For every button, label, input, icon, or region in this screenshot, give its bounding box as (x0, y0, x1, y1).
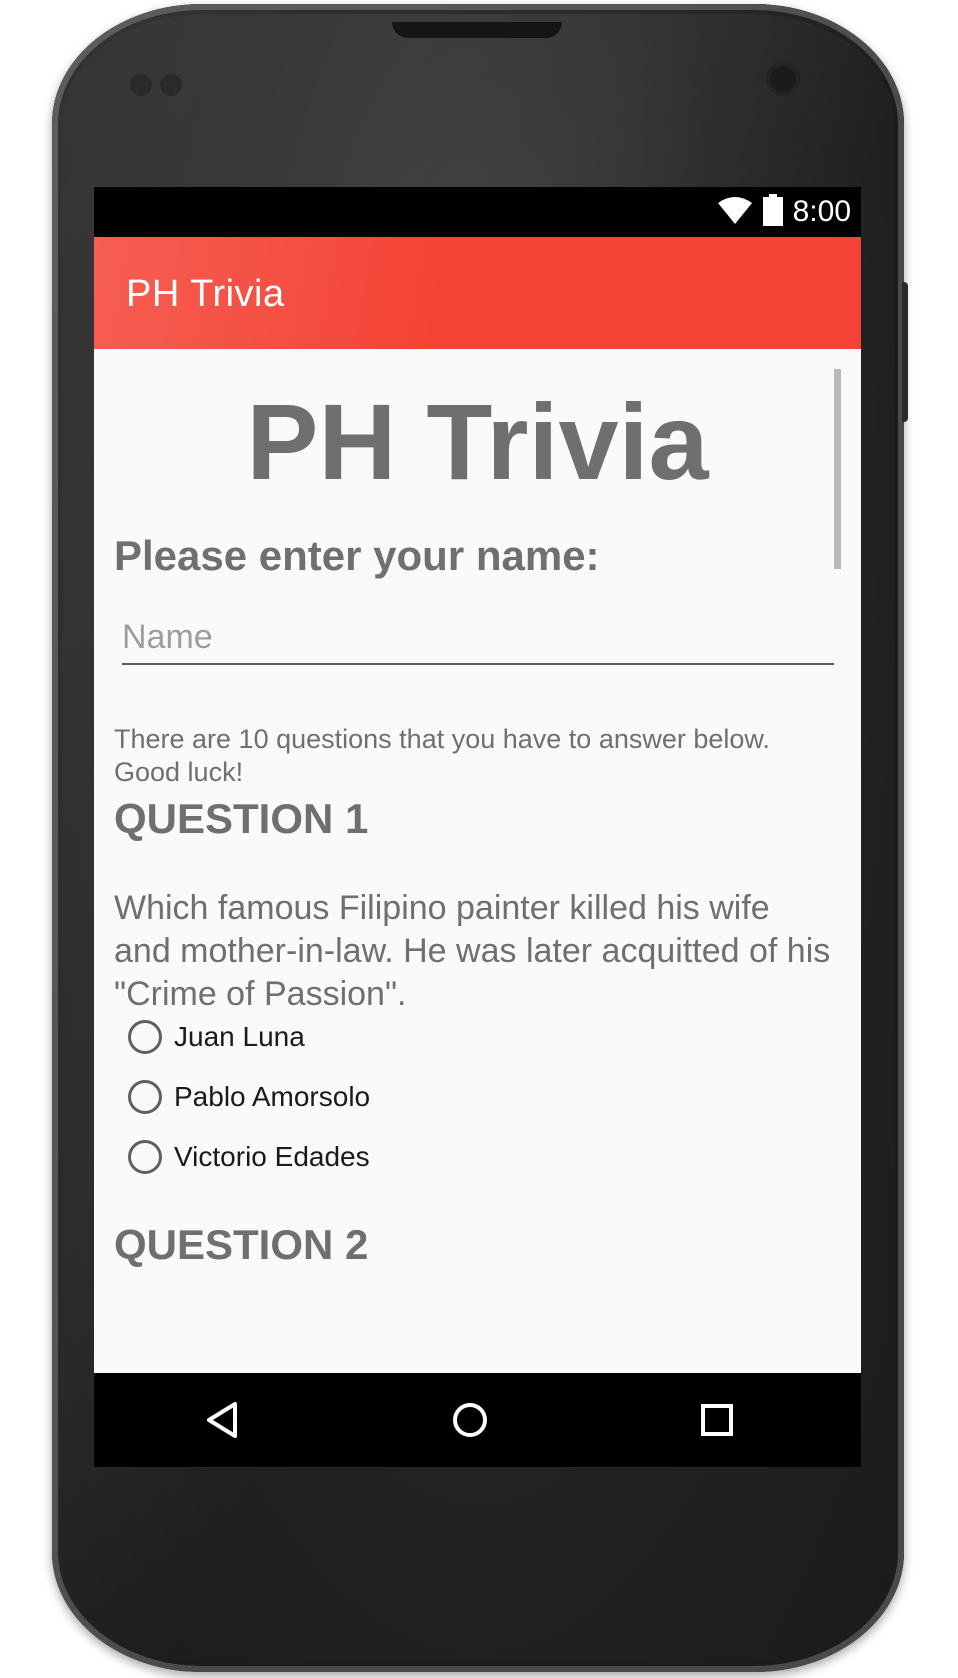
radio-button[interactable] (128, 1080, 162, 1114)
wifi-icon (717, 195, 753, 230)
speaker-grille (392, 22, 562, 38)
status-bar: 8:00 (94, 187, 861, 237)
radio-option-label: Juan Luna (174, 1021, 305, 1052)
screen: 8:00 PH Trivia PH Trivia Please enter yo… (94, 187, 861, 1467)
scroll-content[interactable]: PH Trivia Please enter your name: There … (94, 349, 861, 1361)
battery-icon (762, 193, 783, 231)
page-title: PH Trivia (246, 381, 709, 502)
app-bar-title: PH Trivia (126, 273, 285, 315)
radio-button[interactable] (128, 1020, 162, 1054)
question-1-text: Which famous Filipino painter killed his… (114, 889, 831, 1013)
sensor-dot (130, 74, 152, 96)
radio-option-label: Victorio Edades (174, 1141, 370, 1172)
question-1-heading: QUESTION 1 (114, 795, 369, 842)
radio-option-victorio-edades[interactable]: Victorio Edades (128, 1137, 370, 1177)
power-button (902, 282, 908, 422)
radio-option-juan-luna[interactable]: Juan Luna (128, 1017, 305, 1057)
app-bar: PH Trivia (94, 237, 861, 349)
radio-button[interactable] (128, 1140, 162, 1174)
sensor-dot (160, 74, 182, 96)
navigation-bar (94, 1373, 861, 1467)
back-icon[interactable] (200, 1397, 246, 1443)
home-icon[interactable] (447, 1397, 493, 1443)
name-input[interactable] (122, 611, 834, 665)
recents-icon[interactable] (694, 1397, 740, 1443)
name-prompt-label: Please enter your name: (114, 532, 600, 579)
intro-text: There are 10 questions that you have to … (114, 724, 770, 787)
front-camera (766, 62, 800, 96)
status-time: 8:00 (792, 195, 851, 228)
radio-option-pablo-amorsolo[interactable]: Pablo Amorsolo (128, 1077, 370, 1117)
question-2-heading: QUESTION 2 (114, 1221, 369, 1268)
radio-option-label: Pablo Amorsolo (174, 1081, 371, 1112)
